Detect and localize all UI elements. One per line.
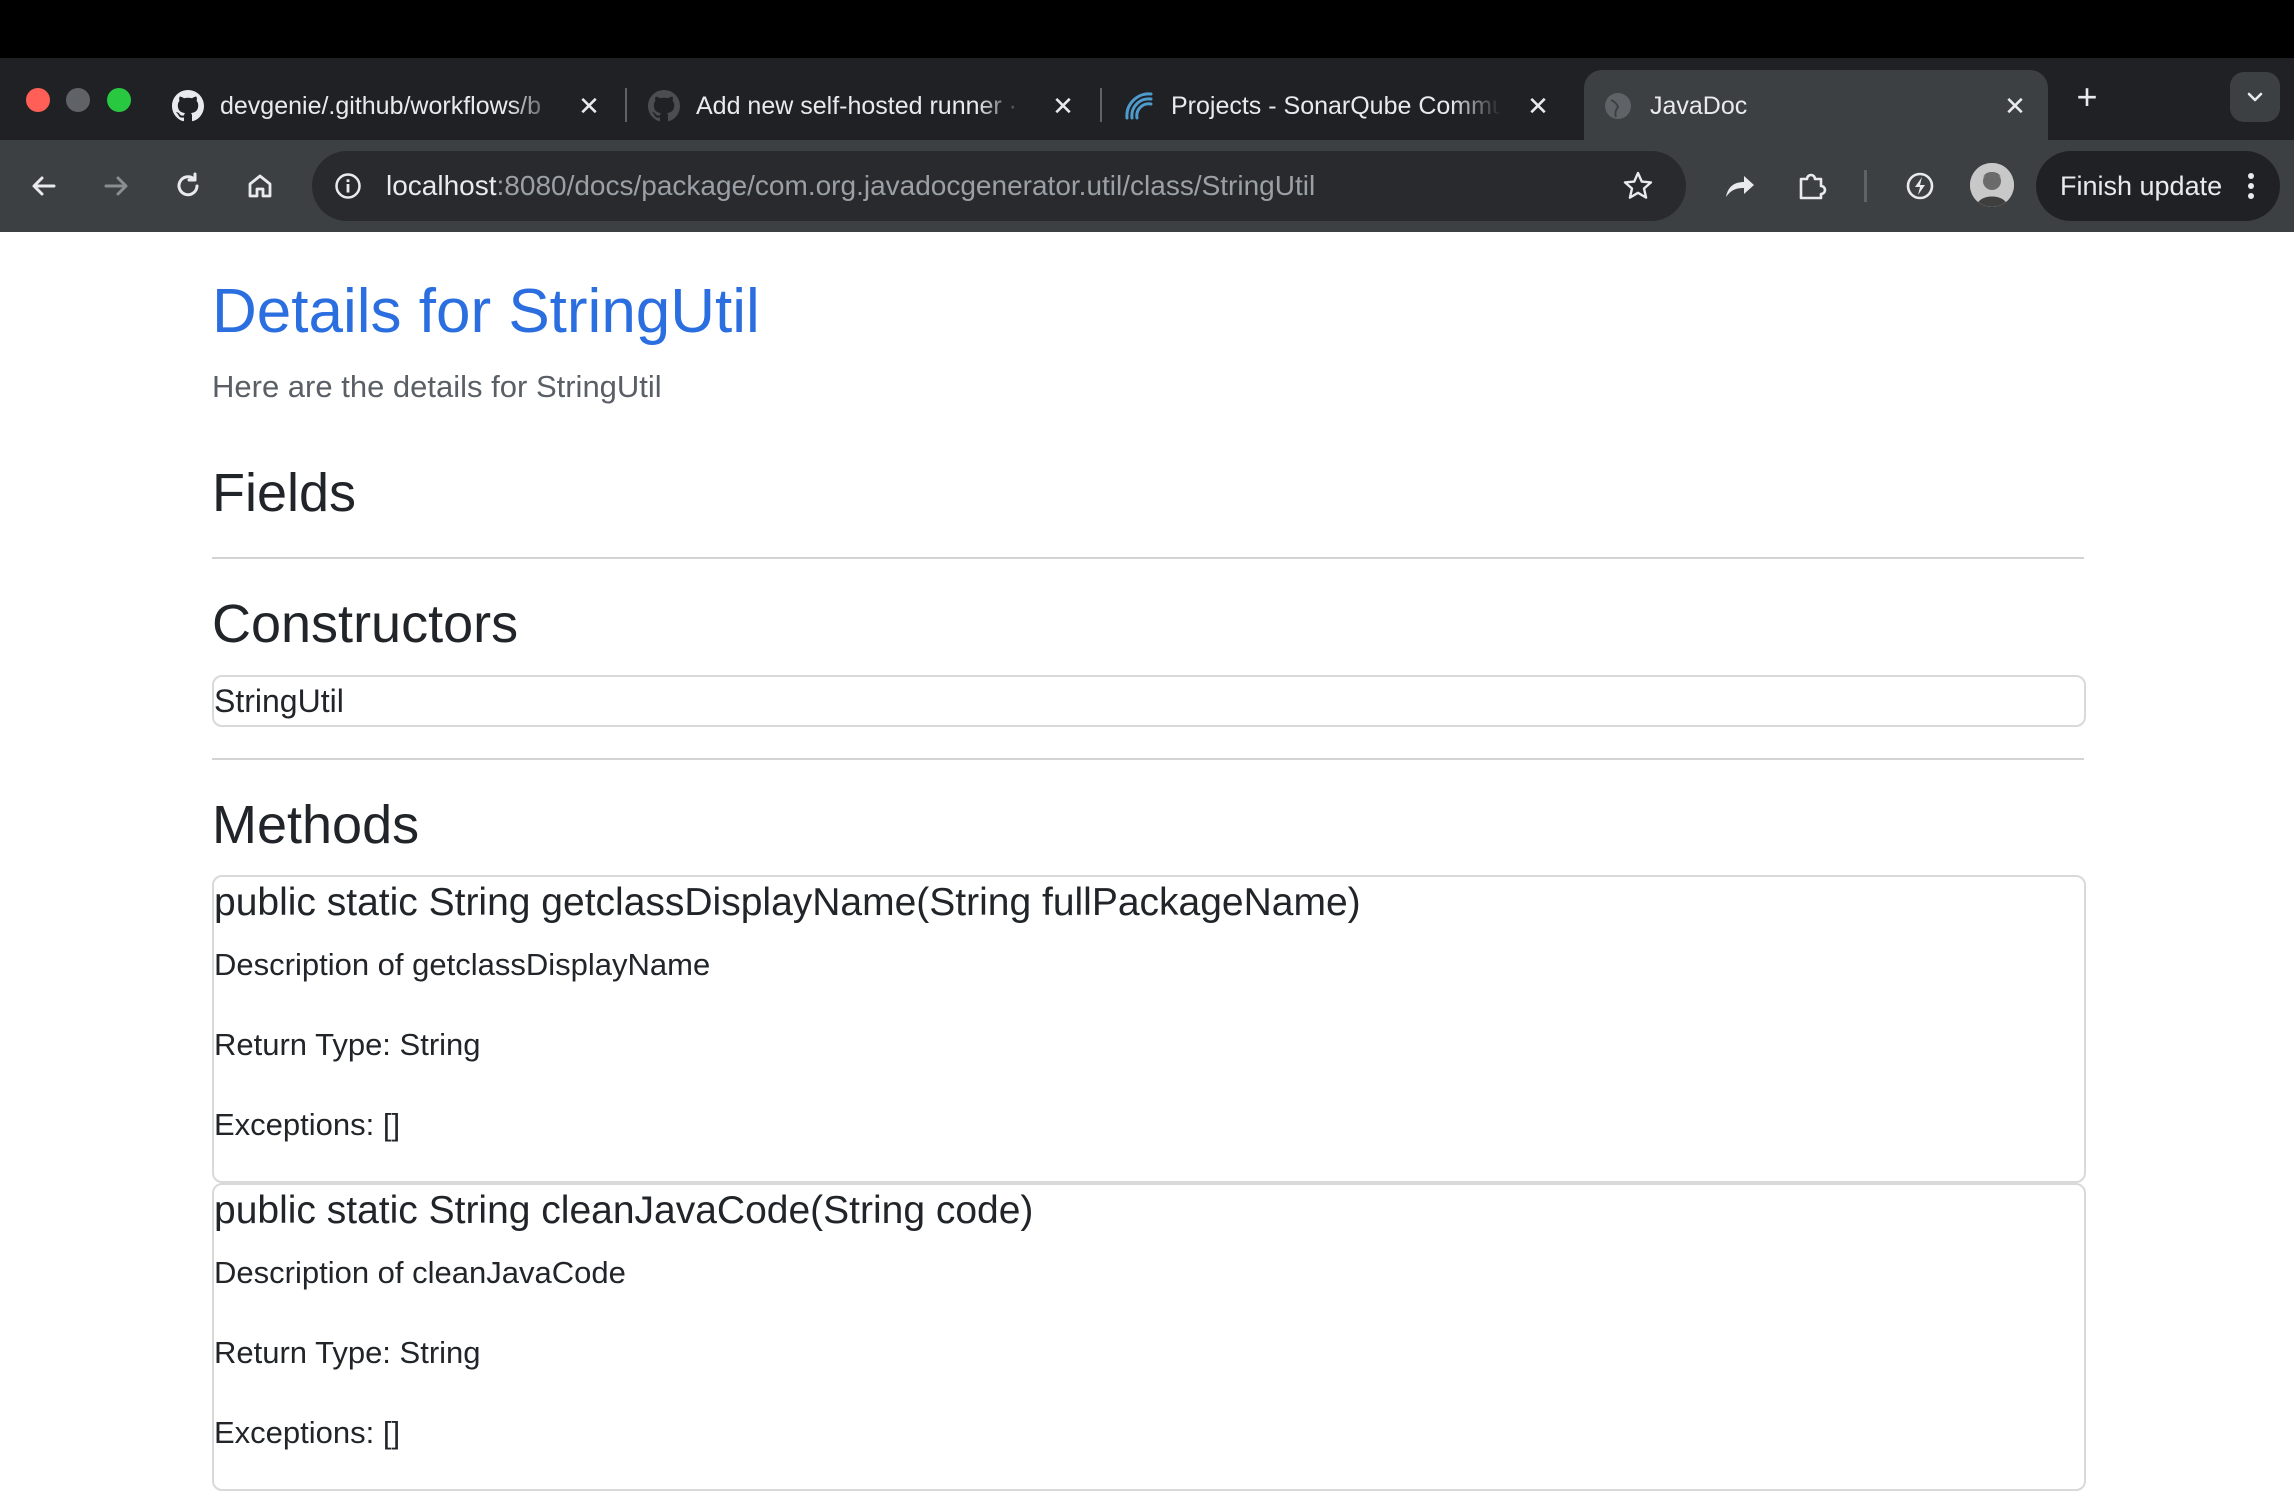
tab-title: devgenie/.github/workflows/b <box>220 92 542 120</box>
section-divider <box>212 557 2084 559</box>
tab-self-hosted-runner[interactable]: Add new self-hosted runner · ✕ <box>630 70 1100 140</box>
method-signature: public static String cleanJavaCode(Strin… <box>214 1189 1034 1232</box>
home-icon <box>245 171 275 201</box>
tab-separator <box>1100 88 1102 122</box>
close-tab-icon[interactable]: ✕ <box>1046 89 1080 123</box>
reload-icon <box>173 171 203 201</box>
performance-button[interactable] <box>1898 164 1942 208</box>
sonarqube-icon <box>1123 90 1155 122</box>
new-tab-button[interactable]: + <box>2070 79 2104 115</box>
tab-title: Add new self-hosted runner · <box>696 92 1018 120</box>
tab-title: JavaDoc <box>1650 92 1748 120</box>
method-card: public static String getclassDisplayName… <box>212 875 2086 1183</box>
tab-title: Projects - SonarQube Commu <box>1171 92 1501 120</box>
share-arrow-icon <box>1723 171 1757 201</box>
tab-github-workflows[interactable]: devgenie/.github/workflows/b ✕ <box>154 70 624 140</box>
constructors-heading: Constructors <box>212 594 519 654</box>
profile-avatar[interactable] <box>1970 163 2014 207</box>
finish-update-label: Finish update <box>2060 171 2223 201</box>
forward-button[interactable] <box>94 164 138 208</box>
bookmark-star-icon[interactable] <box>1618 166 1658 206</box>
system-top-bar <box>0 0 2294 58</box>
share-button[interactable] <box>1718 164 1762 208</box>
github-icon <box>172 90 204 122</box>
extensions-button[interactable] <box>1790 164 1834 208</box>
close-tab-icon[interactable]: ✕ <box>1521 89 1555 123</box>
arrow-left-icon <box>29 171 59 201</box>
close-tab-icon[interactable]: ✕ <box>1998 89 2032 123</box>
window-minimize-button[interactable] <box>66 88 90 112</box>
method-signature: public static String getclassDisplayName… <box>214 881 1361 924</box>
home-button[interactable] <box>238 164 282 208</box>
method-return-type: Return Type: String <box>214 1027 481 1062</box>
energy-saver-icon <box>1903 169 1937 203</box>
tab-separator <box>625 88 627 122</box>
method-exceptions: Exceptions: [] <box>214 1415 401 1450</box>
url-path: :8080/docs/package/com.org.javadocgenera… <box>496 170 1316 201</box>
chevron-down-icon <box>2244 86 2266 108</box>
section-divider <box>212 758 2084 760</box>
github-icon <box>648 90 680 122</box>
browser-toolbar: localhost:8080/docs/package/com.org.java… <box>0 140 2294 232</box>
method-description: Description of getclassDisplayName <box>214 947 711 982</box>
back-button[interactable] <box>22 164 66 208</box>
constructor-card: StringUtil <box>212 675 2086 727</box>
finish-update-button[interactable]: Finish update <box>2036 151 2280 221</box>
tab-search-button[interactable] <box>2230 72 2280 122</box>
kebab-menu-icon[interactable] <box>2242 169 2260 203</box>
tab-javadoc[interactable]: JavaDoc ✕ <box>1584 70 2048 140</box>
close-tab-icon[interactable]: ✕ <box>572 89 606 123</box>
methods-heading: Methods <box>212 795 420 855</box>
url-text[interactable]: localhost:8080/docs/package/com.org.java… <box>386 169 1315 203</box>
site-info-icon[interactable] <box>330 168 366 204</box>
arrow-right-icon <box>101 171 131 201</box>
address-bar[interactable]: localhost:8080/docs/package/com.org.java… <box>312 151 1686 221</box>
tab-sonarqube-projects[interactable]: Projects - SonarQube Commu ✕ <box>1105 70 1575 140</box>
window-close-button[interactable] <box>26 88 50 112</box>
method-return-type: Return Type: String <box>214 1335 481 1370</box>
globe-icon <box>1602 90 1634 122</box>
page-title: Details for StringUtil <box>212 277 760 346</box>
tab-strip: devgenie/.github/workflows/b ✕ Add new s… <box>0 58 2294 140</box>
page-subtitle: Here are the details for StringUtil <box>212 369 662 404</box>
fields-heading: Fields <box>212 463 357 523</box>
window-maximize-button[interactable] <box>107 88 131 112</box>
reload-button[interactable] <box>166 164 210 208</box>
constructor-name: StringUtil <box>214 683 344 719</box>
url-host: localhost <box>386 170 497 201</box>
puzzle-icon <box>1795 169 1829 203</box>
method-description: Description of cleanJavaCode <box>214 1255 626 1290</box>
toolbar-separator <box>1864 170 1867 202</box>
method-exceptions: Exceptions: [] <box>214 1107 401 1142</box>
method-card: public static String cleanJavaCode(Strin… <box>212 1183 2086 1491</box>
